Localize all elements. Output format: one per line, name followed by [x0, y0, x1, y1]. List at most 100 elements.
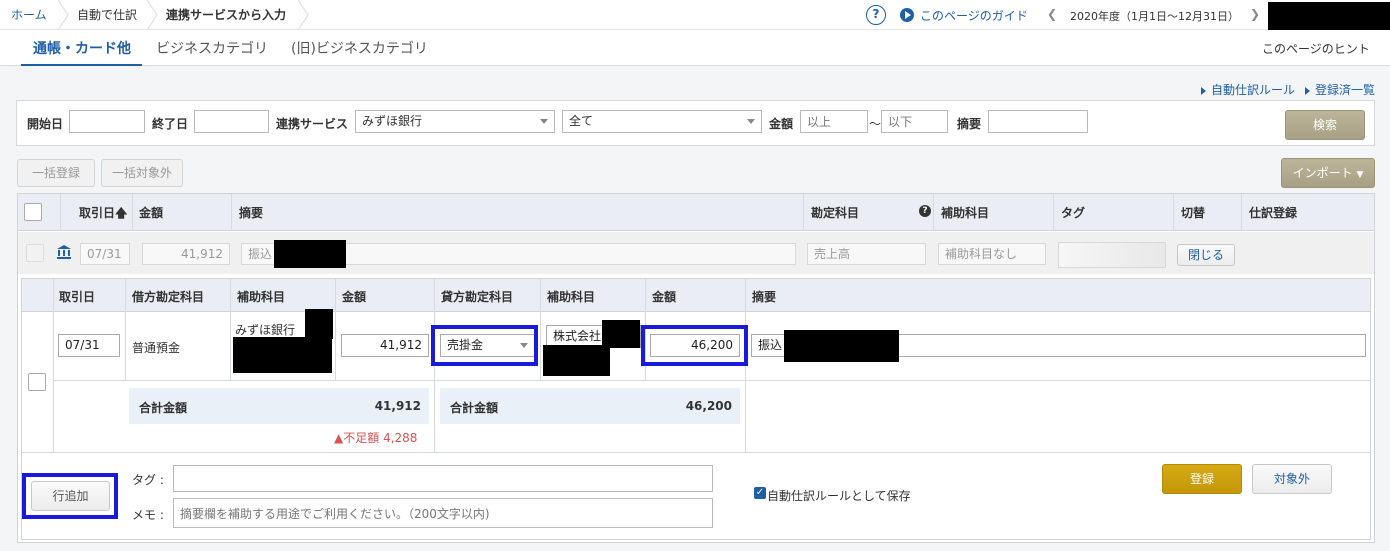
amount-label: 金額 — [769, 117, 794, 131]
transactions-table: 取引日🡅 金額 摘要 勘定科目 ? 補助科目 タグ 切替 仕訳登録 07/31 … — [17, 193, 1375, 543]
page-guide-link[interactable]: このページのガイド — [920, 7, 1028, 24]
credit-total-box: 合計金額 46,200 — [440, 388, 740, 424]
tab-bar: 通帳・カード他 ビジネスカテゴリ (旧)ビジネスカテゴリ このページのヒント — [0, 30, 1390, 66]
tab-business-category[interactable]: ビジネスカテゴリ — [156, 38, 268, 58]
row-amount: 41,912 — [142, 243, 230, 265]
amount-max-input[interactable] — [881, 110, 948, 133]
search-button[interactable]: 検索 — [1285, 110, 1365, 140]
caret-down-icon — [747, 119, 755, 124]
highlight-credit-account — [431, 325, 538, 366]
memo-label: メモ : — [132, 508, 164, 522]
detail-col-credit-account: 貸方勘定科目 — [441, 290, 514, 304]
row-tag — [1058, 242, 1166, 268]
end-date-input[interactable] — [194, 110, 269, 133]
save-rule-label: 自動仕訳ルールとして保存 — [767, 489, 911, 503]
chevron-left-icon[interactable]: ❮ — [1047, 7, 1057, 21]
save-rule-checkbox[interactable]: ✓ — [754, 487, 766, 499]
close-button[interactable]: 閉じる — [1177, 244, 1235, 266]
detail-date-input[interactable]: 07/31 — [58, 334, 120, 357]
detail-debit-account[interactable]: 普通預金 — [132, 339, 180, 356]
row-account: 売上高 — [807, 243, 926, 265]
import-button[interactable]: インポート ▼ — [1281, 158, 1375, 188]
chevron-right-icon — [296, 0, 310, 30]
triangle-right-icon — [1201, 86, 1206, 95]
summary-label: 摘要 — [957, 117, 982, 131]
amount-min-input[interactable] — [800, 110, 868, 133]
auto-rules-link[interactable]: 自動仕訳ルール — [1201, 81, 1295, 98]
redacted-text — [305, 309, 333, 339]
redacted-text — [233, 337, 332, 373]
row-date: 07/31 — [80, 243, 130, 265]
detail-col-credit-amount: 金額 — [652, 290, 677, 304]
tab-old-business-category[interactable]: (旧)ビジネスカテゴリ — [291, 38, 428, 58]
select-all-checkbox[interactable] — [24, 203, 42, 221]
redacted-text — [602, 320, 640, 348]
debit-total-value: 41,912 — [374, 399, 421, 413]
register-button[interactable]: 登録 — [1162, 464, 1242, 494]
search-panel: 開始日 終了日 連携サービス みずほ銀行 全て 金額 〜 摘要 検索 — [16, 100, 1375, 146]
chevron-right-icon — [145, 0, 159, 30]
start-date-input[interactable] — [69, 110, 145, 133]
registered-list-link[interactable]: 登録済一覧 — [1305, 81, 1375, 98]
triangle-right-icon — [1305, 86, 1310, 95]
tab-bankbook[interactable]: 通帳・カード他 — [33, 38, 131, 58]
detail-col-date: 取引日 — [59, 290, 96, 304]
bulk-register-button[interactable]: 一括登録 — [17, 159, 95, 187]
table-row: 07/31 41,912 振込 売上高 補助科目なし 閉じる — [18, 232, 1374, 274]
shortage-warning: ▲不足額 4,288 — [334, 431, 418, 445]
service-label: 連携サービス — [276, 117, 349, 131]
play-icon — [900, 8, 914, 22]
redacted-text — [784, 330, 899, 362]
table-header: 取引日🡅 金額 摘要 勘定科目 ? 補助科目 タグ 切替 仕訳登録 — [18, 194, 1374, 231]
breadcrumb-home[interactable]: ホーム — [11, 0, 47, 30]
summary-input[interactable] — [988, 110, 1088, 133]
credit-total-value: 46,200 — [685, 399, 732, 413]
end-date-label: 終了日 — [152, 117, 189, 131]
credit-total-label: 合計金額 — [450, 401, 499, 415]
chevron-right-icon — [56, 0, 70, 30]
help-icon[interactable]: ? — [866, 5, 886, 25]
detail-header: 取引日 借方勘定科目 補助科目 金額 貸方勘定科目 補助科目 金額 摘要 — [22, 279, 1370, 312]
col-sub-account: 補助科目 — [941, 206, 990, 220]
redacted-text — [543, 345, 610, 376]
debit-total-label: 合計金額 — [139, 401, 188, 415]
sort-up-arrow-icon: 🡅 — [115, 206, 128, 220]
fiscal-year: 2020年度（1月1日〜12月31日） — [1070, 10, 1239, 23]
tag-input[interactable] — [173, 465, 713, 492]
start-date-label: 開始日 — [27, 117, 64, 131]
col-toggle: 切替 — [1181, 206, 1206, 220]
filter-select[interactable]: 全て — [562, 110, 762, 133]
row-checkbox[interactable] — [26, 244, 44, 262]
col-amount: 金額 — [139, 206, 164, 220]
range-tilde: 〜 — [869, 117, 882, 131]
detail-row-checkbox[interactable] — [28, 373, 46, 391]
tag-label: タグ : — [132, 473, 164, 487]
detail-debit-sub[interactable]: みずほ銀行 — [235, 321, 295, 338]
col-account: 勘定科目 — [811, 206, 860, 220]
col-summary: 摘要 — [239, 206, 264, 220]
detail-col-debit-sub: 補助科目 — [237, 290, 286, 304]
journal-detail-panel: 取引日 借方勘定科目 補助科目 金額 貸方勘定科目 補助科目 金額 摘要 07/… — [21, 278, 1371, 540]
detail-col-credit-sub: 補助科目 — [547, 290, 596, 304]
detail-col-debit-account: 借方勘定科目 — [132, 290, 205, 304]
debit-total-box: 合計金額 41,912 — [129, 388, 429, 424]
col-date[interactable]: 取引日🡅 — [79, 204, 127, 225]
detail-debit-amount-input[interactable]: 41,912 — [341, 334, 429, 357]
col-tag: タグ — [1061, 206, 1086, 220]
col-journal: 仕訳登録 — [1249, 206, 1298, 220]
help-icon[interactable]: ? — [919, 205, 931, 217]
highlight-add-row — [22, 473, 118, 519]
chevron-right-icon[interactable]: ❯ — [1250, 7, 1260, 21]
detail-col-summary: 摘要 — [752, 290, 777, 304]
breadcrumb-auto[interactable]: 自動で仕訳 — [77, 0, 137, 30]
memo-textarea[interactable] — [173, 498, 713, 528]
page-hint-link[interactable]: このページのヒント — [1262, 40, 1370, 57]
breadcrumb: ホーム 自動で仕訳 連携サービスから入力 ? このページのガイド ❮ 2020年… — [0, 0, 1390, 30]
service-select[interactable]: みずほ銀行 — [355, 110, 555, 133]
warning-icon: ▲ — [334, 431, 344, 445]
row-sub-account: 補助科目なし — [938, 243, 1046, 265]
exclude-button[interactable]: 対象外 — [1252, 464, 1332, 494]
redacted-user — [1268, 2, 1390, 30]
bulk-exclude-button[interactable]: 一括対象外 — [101, 159, 183, 187]
caret-down-icon: ▼ — [1356, 170, 1364, 180]
